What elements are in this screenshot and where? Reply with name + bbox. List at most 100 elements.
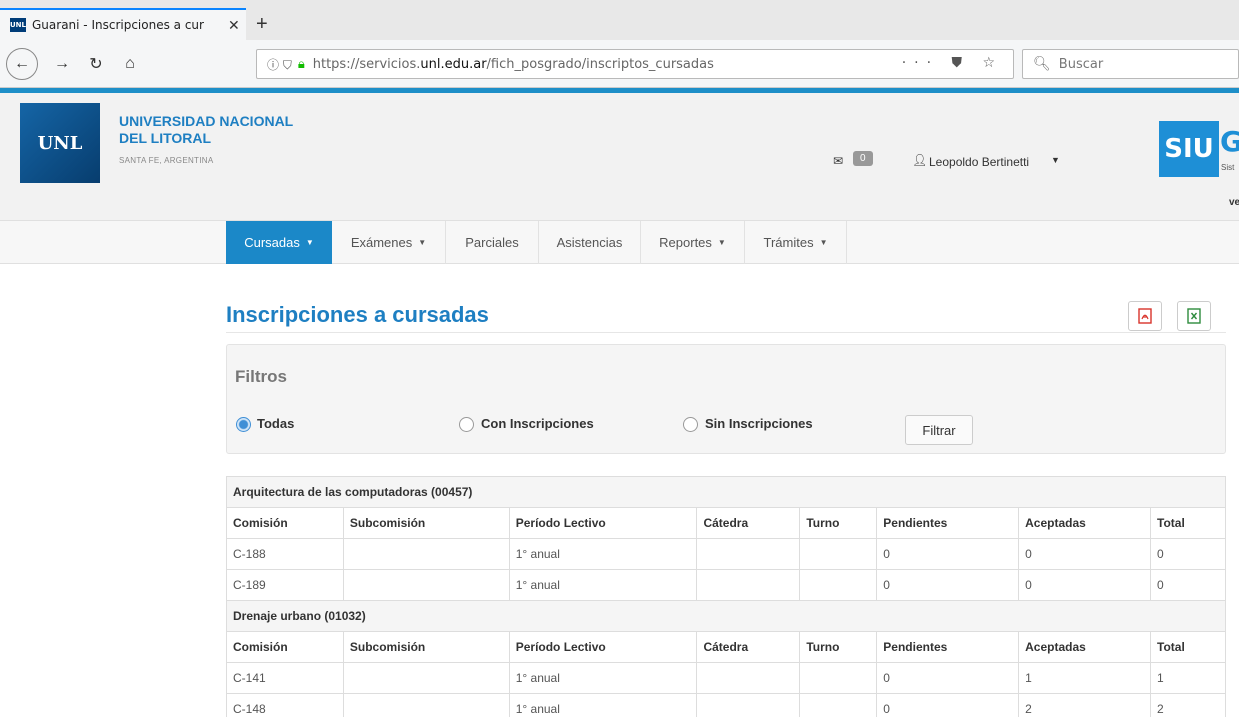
menu-asistencias[interactable]: Asistencias <box>539 221 641 264</box>
user-icon: 👤︎ <box>912 153 928 167</box>
filters-title: Filtros <box>235 367 287 386</box>
menu-cursadas[interactable]: Cursadas ▼ <box>226 221 332 264</box>
browser-nav-bar: ← → ↻ ⌂ ⓘ ⛉ 🔒︎ https://servicios.unl.edu… <box>0 40 1239 88</box>
excel-icon <box>1187 308 1201 324</box>
unl-logo[interactable]: UNL <box>20 103 100 183</box>
subject-group-row: Arquitectura de las computadoras (00457) <box>226 476 1226 508</box>
menu-tramites[interactable]: Trámites ▼ <box>745 221 847 264</box>
export-excel-button[interactable] <box>1177 301 1211 331</box>
new-tab-button[interactable]: + <box>256 14 268 34</box>
version-label: ve <box>1229 197 1239 208</box>
subject-group-row: Drenaje urbano (01032) <box>226 600 1226 632</box>
table-cell: 2 <box>1018 693 1152 717</box>
column-header: Aceptadas <box>1018 507 1152 539</box>
url-text: https://servicios.unl.edu.ar/fich_posgra… <box>312 56 714 72</box>
site-info-icon[interactable]: ⓘ ⛉ <box>267 56 292 73</box>
chevron-down-icon: ▼ <box>305 238 314 247</box>
menu-reportes[interactable]: Reportes ▼ <box>641 221 745 264</box>
table-cell: C-189 <box>226 569 344 601</box>
table-cell <box>799 569 878 601</box>
menu-examenes[interactable]: Exámenes ▼ <box>332 221 446 264</box>
envelope-icon[interactable]: ✉ <box>833 154 843 168</box>
search-bar[interactable]: 🔍︎ Buscar <box>1022 49 1239 79</box>
table-cell: 0 <box>876 693 1020 717</box>
table-cell <box>696 569 801 601</box>
menu-parciales[interactable]: Parciales <box>446 221 539 264</box>
table-cell <box>696 662 801 694</box>
home-icon[interactable]: ⌂ <box>116 50 144 78</box>
table-cell: 1° anual <box>508 538 698 570</box>
page-actions-icons[interactable]: ··· ⛊ ☆ <box>902 55 1003 71</box>
table-cell: 0 <box>876 662 1020 694</box>
table-cell: 1° anual <box>508 693 698 717</box>
radio-todas[interactable] <box>236 417 251 432</box>
column-header: Total <box>1150 631 1226 663</box>
table-cell <box>696 538 801 570</box>
table-cell: 0 <box>1150 569 1226 601</box>
forward-arrow-icon[interactable]: → <box>48 50 76 78</box>
chevron-down-icon: ▼ <box>717 238 726 247</box>
pdf-icon <box>1138 308 1152 324</box>
table-cell: 1° anual <box>508 662 698 694</box>
messages-count-badge[interactable]: 0 <box>853 151 873 166</box>
column-header: Subcomisión <box>342 507 510 539</box>
results-table: Arquitectura de las computadoras (00457)… <box>226 476 1226 717</box>
url-bar[interactable]: ⓘ ⛉ 🔒︎ https://servicios.unl.edu.ar/fich… <box>256 49 1014 79</box>
chevron-down-icon: ▼ <box>418 238 427 247</box>
tab-title: Guarani - Inscripciones a cur <box>32 18 204 32</box>
main-menu: Cursadas ▼ Exámenes ▼ Parciales Asistencia… <box>0 220 1239 264</box>
filter-button[interactable]: Filtrar <box>905 415 973 445</box>
table-cell <box>799 662 878 694</box>
filters-panel: Filtros Todas Con Inscripciones Sin Insc… <box>226 344 1226 454</box>
subject-name: Drenaje urbano (01032) <box>226 600 1226 632</box>
chevron-down-icon: ▼ <box>819 238 828 247</box>
column-header: Comisión <box>226 631 344 663</box>
table-row: C-189 1° anual 0 0 0 <box>226 569 1226 601</box>
table-cell <box>799 538 878 570</box>
table-header-row: Comisión Subcomisión Período Lectivo Cátedr… <box>226 507 1226 539</box>
unl-favicon-icon: UNL <box>10 18 26 32</box>
table-cell: 0 <box>1018 538 1152 570</box>
table-cell <box>342 662 510 694</box>
chevron-down-icon[interactable]: ▼ <box>1051 155 1060 165</box>
table-cell: C-188 <box>226 538 344 570</box>
column-header: Período Lectivo <box>508 507 698 539</box>
table-row: C-141 1° anual 0 1 1 <box>226 662 1226 694</box>
radio-label-todas: Todas <box>257 416 295 431</box>
web-page: UNL UNIVERSIDAD NACIONAL DEL LITORAL SAN… <box>0 88 1239 717</box>
table-cell: 0 <box>876 569 1020 601</box>
reload-icon[interactable]: ↻ <box>82 50 110 78</box>
column-header: Comisión <box>226 507 344 539</box>
table-cell: 0 <box>1018 569 1152 601</box>
siu-logo: SIU <box>1159 121 1219 177</box>
column-header: Total <box>1150 507 1226 539</box>
table-cell: 0 <box>876 538 1020 570</box>
column-header: Cátedra <box>696 631 801 663</box>
close-tab-icon[interactable]: ✕ <box>228 17 240 34</box>
user-menu[interactable]: Leopoldo Bertinetti <box>929 155 1029 169</box>
table-cell: 2 <box>1150 693 1226 717</box>
table-cell: 1° anual <box>508 569 698 601</box>
search-icon: 🔍︎ <box>1033 56 1051 72</box>
table-cell: 0 <box>1150 538 1226 570</box>
search-placeholder: Buscar <box>1058 56 1104 72</box>
university-name: UNIVERSIDAD NACIONAL DEL LITORAL <box>119 113 294 146</box>
column-header: Pendientes <box>876 507 1020 539</box>
table-cell <box>342 538 510 570</box>
export-pdf-button[interactable] <box>1128 301 1162 331</box>
back-arrow-icon[interactable]: ← <box>6 48 38 80</box>
browser-tab[interactable]: UNL Guarani - Inscripciones a cur ✕ <box>0 8 246 40</box>
radio-con-inscripciones[interactable] <box>459 417 474 432</box>
table-cell: 1 <box>1018 662 1152 694</box>
radio-sin-inscripciones[interactable] <box>683 417 698 432</box>
table-cell: C-141 <box>226 662 344 694</box>
column-header: Período Lectivo <box>508 631 698 663</box>
column-header: Cátedra <box>696 507 801 539</box>
site-header: UNL UNIVERSIDAD NACIONAL DEL LITORAL SAN… <box>0 93 1239 220</box>
table-row: C-188 1° anual 0 0 0 <box>226 538 1226 570</box>
subject-name: Arquitectura de las computadoras (00457) <box>226 476 1226 508</box>
column-header: Pendientes <box>876 631 1020 663</box>
table-cell: 1 <box>1150 662 1226 694</box>
university-location: SANTA FE, ARGENTINA <box>119 156 214 165</box>
table-cell: C-148 <box>226 693 344 717</box>
